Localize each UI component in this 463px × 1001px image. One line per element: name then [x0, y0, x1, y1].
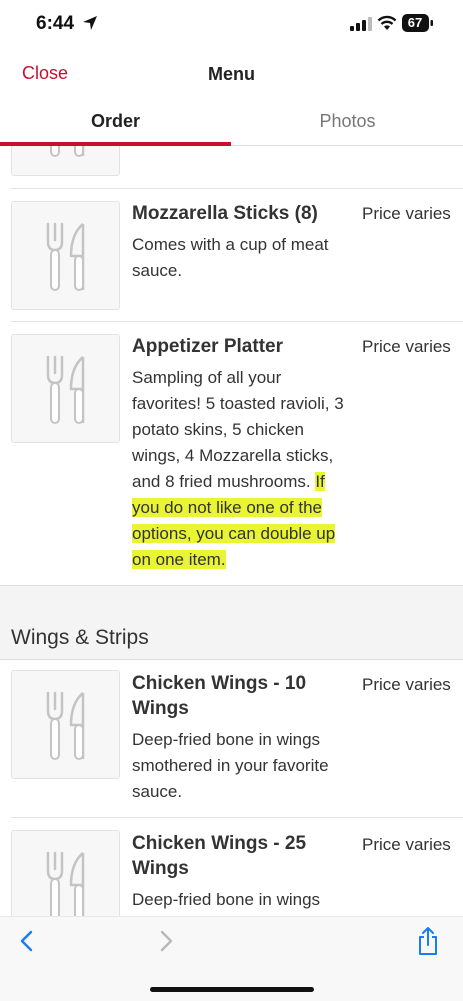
- item-description: Deep-fried bone in wings smothered in yo…: [132, 730, 329, 801]
- item-thumbnail[interactable]: [11, 201, 120, 310]
- forward-chevron-icon: [160, 930, 173, 952]
- bottom-toolbar: [0, 916, 463, 1001]
- item-description-text: Sampling of all your favorites! 5 toaste…: [132, 368, 344, 491]
- item-description: Comes with a cup of meat sauce.: [132, 235, 329, 280]
- back-chevron-icon[interactable]: [18, 929, 36, 953]
- signal-icon: [350, 17, 372, 31]
- tab-photos[interactable]: Photos: [232, 98, 463, 145]
- tab-order[interactable]: Order: [0, 98, 231, 145]
- page-title: Menu: [208, 64, 255, 84]
- item-description: Deep-fried bone in wings: [132, 890, 321, 909]
- menu-list[interactable]: Mozzarella Sticks (8) Price varies Comes…: [0, 146, 463, 916]
- item-description: Sampling of all your favorites! 5 toaste…: [132, 365, 344, 573]
- nav-header: Close Menu: [0, 50, 463, 98]
- item-thumbnail[interactable]: [11, 334, 120, 443]
- item-price: Price varies: [362, 337, 451, 356]
- fork-knife-icon: [50, 146, 85, 157]
- item-thumbnail[interactable]: [11, 830, 120, 916]
- section-header: Wings & Strips: [0, 585, 463, 660]
- fork-knife-icon: [46, 222, 85, 291]
- item-thumbnail[interactable]: [11, 146, 120, 176]
- wifi-icon: [377, 15, 397, 30]
- status-bar: 6:44 67: [0, 0, 463, 50]
- item-price: Price varies: [362, 204, 451, 223]
- fork-knife-icon: [46, 691, 85, 760]
- item-price: Price varies: [362, 675, 451, 694]
- item-name[interactable]: Chicken Wings - 25 Wings: [132, 831, 347, 881]
- item-divider: [11, 188, 463, 189]
- share-icon[interactable]: [416, 926, 440, 956]
- fork-knife-icon: [46, 355, 85, 424]
- home-indicator: [150, 987, 314, 992]
- item-divider: [11, 321, 463, 322]
- item-name[interactable]: Appetizer Platter: [132, 334, 347, 359]
- section-title: Wings & Strips: [11, 626, 149, 649]
- item-name[interactable]: Chicken Wings - 10 Wings: [132, 671, 347, 721]
- item-name[interactable]: Mozzarella Sticks (8): [132, 201, 347, 226]
- item-divider: [11, 817, 463, 818]
- item-price: Price varies: [362, 835, 451, 854]
- item-thumbnail[interactable]: [11, 670, 120, 779]
- battery-level: 67: [407, 15, 423, 30]
- fork-knife-icon: [46, 851, 85, 916]
- location-arrow-icon: [83, 16, 97, 30]
- status-time: 6:44: [36, 13, 75, 34]
- tab-bar: Order Photos: [0, 98, 463, 146]
